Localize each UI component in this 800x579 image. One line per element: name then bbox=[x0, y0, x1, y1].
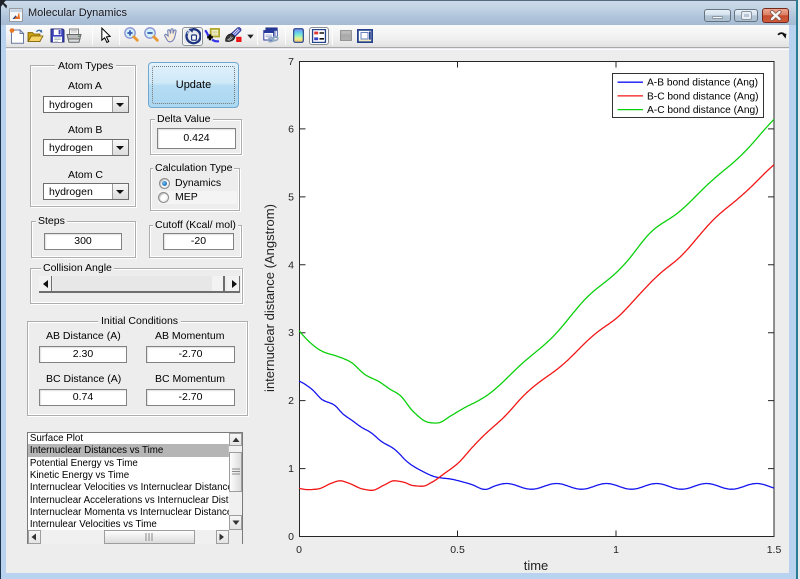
svg-text:B-C bond distance (Ang): B-C bond distance (Ang) bbox=[647, 91, 759, 102]
svg-text:1.5: 1.5 bbox=[767, 544, 782, 556]
svg-text:0: 0 bbox=[288, 531, 294, 543]
svg-text:2: 2 bbox=[288, 395, 294, 407]
svg-text:5: 5 bbox=[288, 191, 294, 203]
svg-text:0: 0 bbox=[296, 544, 302, 556]
svg-text:A-B bond distance (Ang): A-B bond distance (Ang) bbox=[647, 78, 758, 89]
svg-text:time: time bbox=[524, 558, 549, 573]
svg-text:6: 6 bbox=[288, 123, 294, 135]
svg-text:1: 1 bbox=[613, 544, 619, 556]
svg-text:A-C bond distance (Ang): A-C bond distance (Ang) bbox=[647, 105, 759, 116]
svg-text:1: 1 bbox=[288, 463, 294, 475]
svg-text:3: 3 bbox=[288, 327, 294, 339]
svg-text:internuclear distance (Angstro: internuclear distance (Angstrom) bbox=[262, 204, 277, 392]
svg-text:0.5: 0.5 bbox=[450, 544, 465, 556]
svg-text:7: 7 bbox=[288, 56, 294, 68]
svg-text:4: 4 bbox=[288, 259, 294, 271]
